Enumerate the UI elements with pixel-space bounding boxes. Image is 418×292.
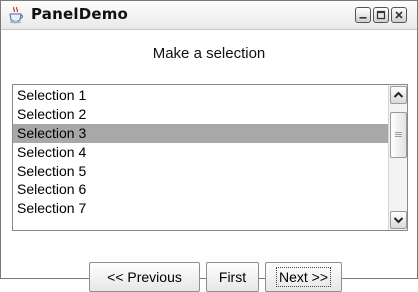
minimize-button[interactable]: [355, 7, 371, 23]
selection-list[interactable]: Selection 1 Selection 2 Selection 3 Sele…: [12, 84, 408, 231]
first-button[interactable]: First: [206, 262, 259, 292]
list-item[interactable]: Selection 4: [13, 143, 388, 162]
instruction-label: Make a selection: [152, 45, 266, 62]
scroll-down-button[interactable]: [390, 211, 407, 229]
next-button-label: Next >>: [275, 267, 332, 287]
vertical-scrollbar[interactable]: [388, 85, 407, 230]
list-item[interactable]: Selection 6: [13, 180, 388, 199]
title-bar[interactable]: PanelDemo: [1, 1, 417, 30]
chevron-down-icon: [393, 217, 404, 224]
close-button[interactable]: [391, 7, 407, 23]
close-icon: [395, 11, 403, 19]
next-button[interactable]: Next >>: [265, 262, 342, 292]
list-item[interactable]: Selection 2: [13, 105, 388, 124]
java-cup-icon: [7, 6, 25, 24]
content-panel: Make a selection Selection 1 Selection 2…: [1, 30, 417, 292]
grip-line: [395, 136, 402, 137]
grip-line: [395, 134, 402, 135]
list-item[interactable]: Selection 1: [13, 86, 388, 105]
panel-demo-window: PanelDemo Make a selection Selection 1 S…: [0, 0, 418, 292]
maximize-icon: [376, 10, 386, 20]
previous-button[interactable]: << Previous: [89, 262, 200, 292]
list-item-selected[interactable]: Selection 3: [13, 123, 388, 143]
first-button-label: First: [218, 269, 247, 285]
chevron-up-icon: [393, 91, 404, 98]
list-item[interactable]: Selection 5: [13, 162, 388, 181]
window-title: PanelDemo: [31, 5, 129, 23]
scrollbar-thumb[interactable]: [390, 112, 407, 158]
grip-line: [395, 132, 402, 133]
scroll-up-button[interactable]: [390, 86, 407, 104]
previous-button-label: << Previous: [107, 269, 182, 285]
minimize-icon: [359, 17, 367, 19]
list-item[interactable]: Selection 7: [13, 199, 388, 218]
maximize-button[interactable]: [373, 7, 389, 23]
list-items: Selection 1 Selection 2 Selection 3 Sele…: [13, 86, 388, 218]
